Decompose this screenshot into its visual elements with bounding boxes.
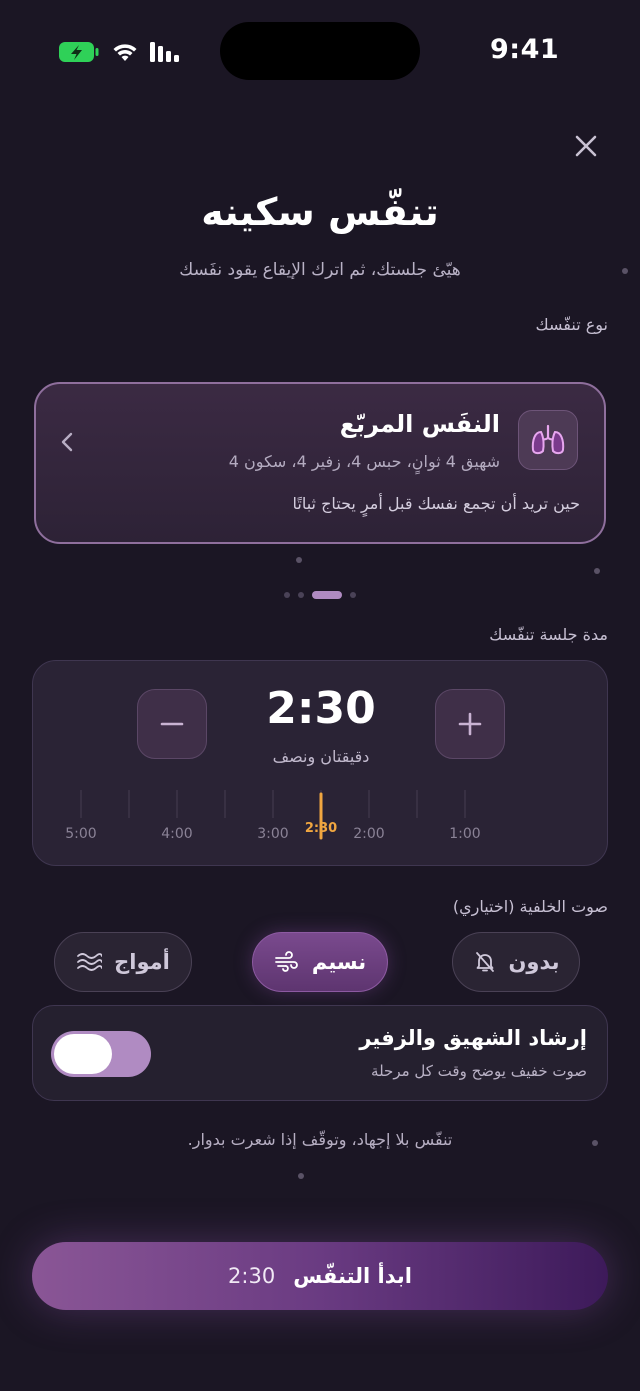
sound-option-none[interactable]: بدون bbox=[452, 932, 580, 992]
safety-note: تنفّس بلا إجهاد، وتوقّف إذا شعرت بدوار. bbox=[187, 1130, 453, 1149]
breath-type-hint: حين تريد أن تجمع نفسك قبل أمرٍ يحتاج ثبا… bbox=[292, 494, 581, 513]
wifi-icon bbox=[111, 40, 139, 64]
dynamic-island bbox=[220, 22, 420, 80]
wind-icon bbox=[274, 951, 298, 972]
sound-option-label: نسيم bbox=[311, 950, 367, 974]
breath-type-pattern: شهيق 4 ثوانٍ، حبس 4، زفير 4، سكون 4 bbox=[228, 452, 500, 471]
page-subtitle: هيّئ جلستك، ثم اترك الإيقاع يقود نفَسك bbox=[179, 260, 461, 280]
breath-type-pager[interactable] bbox=[280, 586, 360, 599]
start-button-label: ابدأ التنفّس bbox=[293, 1264, 412, 1288]
pager-dot[interactable] bbox=[284, 592, 290, 598]
sound-option-waves[interactable]: أمواج bbox=[54, 932, 192, 992]
sparkle-dot bbox=[594, 568, 600, 574]
sound-option-label: بدون bbox=[508, 950, 560, 974]
pager-dot-active[interactable] bbox=[312, 591, 342, 599]
breath-type-label: نوع تنفّسك bbox=[535, 315, 608, 334]
guide-description: صوت خفيف يوضح وقت كل مرحلة bbox=[371, 1062, 587, 1080]
close-button[interactable] bbox=[572, 132, 600, 160]
start-button-time: 2:30 bbox=[228, 1264, 276, 1288]
waves-icon bbox=[77, 953, 103, 971]
signal-icon bbox=[150, 42, 182, 62]
ruler-label: 2:00 bbox=[353, 826, 384, 842]
start-button[interactable]: ابدأ التنفّس 2:30 bbox=[32, 1242, 608, 1310]
breath-type-name: النفَس المربّع bbox=[339, 410, 500, 438]
pager-dot[interactable] bbox=[298, 592, 304, 598]
pager-dot[interactable] bbox=[350, 592, 356, 598]
duration-words: دقيقتان ونصف bbox=[272, 747, 370, 766]
increase-button[interactable] bbox=[435, 689, 505, 759]
sound-option-label: أمواج bbox=[114, 950, 170, 974]
duration-value: 2:30 bbox=[266, 683, 376, 734]
toggle-knob bbox=[54, 1034, 112, 1074]
sparkle-dot bbox=[622, 268, 628, 274]
sparkle-dot bbox=[296, 557, 302, 563]
duration-card: 2:30 دقيقتان ونصف 5:00 4:00 3:00 2:00 1:00 2:… bbox=[32, 660, 608, 866]
status-time: 9:41 bbox=[490, 34, 560, 65]
sound-label: صوت الخلفية (اختياري) bbox=[452, 897, 608, 916]
guide-toggle[interactable] bbox=[51, 1031, 151, 1077]
bell-off-icon bbox=[475, 952, 494, 972]
ruler-marker-label: 2:30 bbox=[305, 821, 337, 836]
ruler-label: 1:00 bbox=[449, 826, 480, 842]
breath-type-card[interactable]: النفَس المربّع شهيق 4 ثوانٍ، حبس 4، زفير… bbox=[34, 382, 606, 544]
chevron-left-icon[interactable] bbox=[58, 430, 76, 454]
guide-card: إرشاد الشهيق والزفير صوت خفيف يوضح وقت ك… bbox=[32, 1005, 608, 1101]
ruler-label: 3:00 bbox=[257, 826, 288, 842]
lungs-icon bbox=[518, 410, 578, 470]
ruler-label: 4:00 bbox=[161, 826, 192, 842]
plus-icon bbox=[458, 712, 482, 736]
close-icon bbox=[575, 135, 597, 157]
duration-ruler[interactable]: 5:00 4:00 3:00 2:00 1:00 2:30 bbox=[33, 786, 609, 846]
battery-icon bbox=[58, 40, 100, 64]
sparkle-dot bbox=[298, 1173, 304, 1179]
ruler-label: 5:00 bbox=[65, 826, 96, 842]
duration-label: مدة جلسة تنفّسك bbox=[489, 625, 608, 644]
page-title: تنفّس سكينه bbox=[201, 190, 439, 234]
guide-title: إرشاد الشهيق والزفير bbox=[359, 1026, 587, 1050]
sound-option-breeze[interactable]: نسيم bbox=[252, 932, 388, 992]
